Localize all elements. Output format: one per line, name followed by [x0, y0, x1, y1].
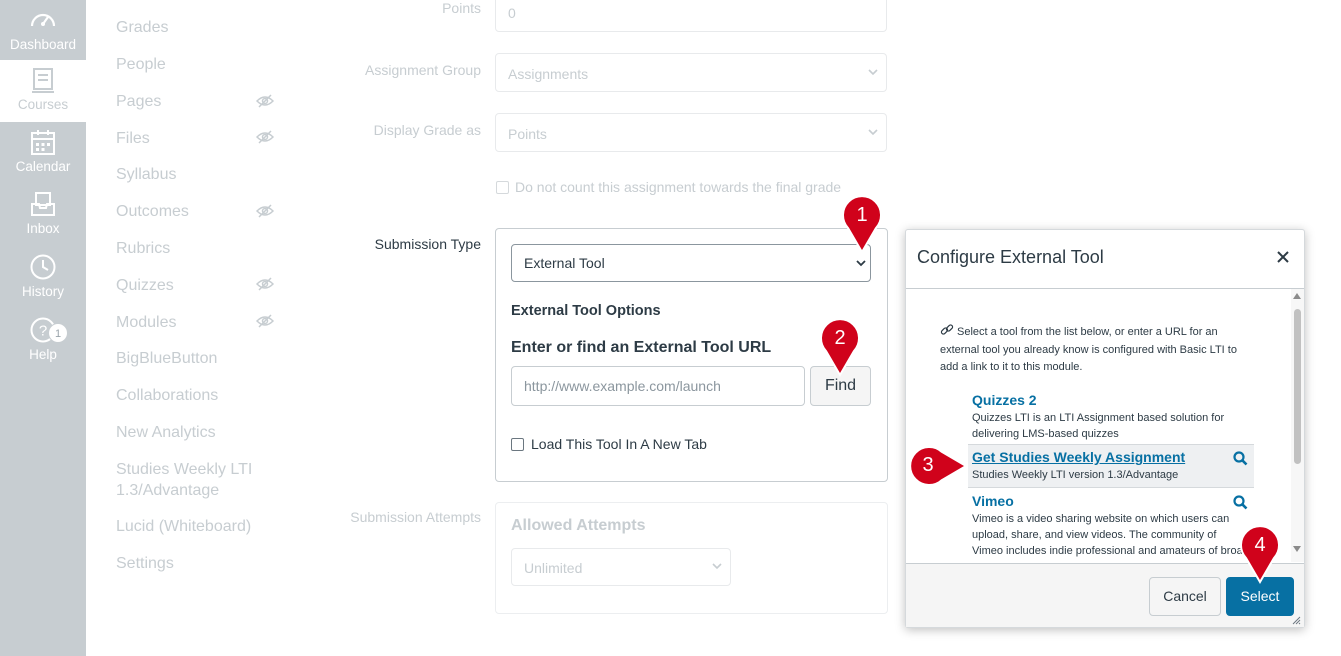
tool-item-quizzes[interactable]: Quizzes 2 Quizzes LTI is an LTI Assignme…	[968, 391, 1254, 442]
scroll-down-arrow[interactable]	[1293, 546, 1301, 552]
close-icon[interactable]	[1275, 249, 1291, 265]
course-nav-syllabus[interactable]: Syllabus	[116, 164, 276, 185]
tool-name: Get Studies Weekly Assignment	[972, 449, 1186, 465]
course-nav-collaborations[interactable]: Collaborations	[116, 385, 276, 406]
allowed-attempts-select[interactable]: Unlimited	[511, 548, 731, 586]
assignment-group-label: Assignment Group	[365, 62, 481, 78]
callout-marker-2: 2	[818, 318, 862, 377]
course-nav-settings[interactable]: Settings	[116, 553, 276, 574]
submission-type-select[interactable]: External Tool	[511, 244, 871, 282]
callout-number: 2	[834, 327, 846, 349]
no-count-checkbox[interactable]	[496, 181, 509, 194]
nav-help-label: Help	[29, 347, 57, 362]
tool-desc: Studies Weekly LTI version 1.3/Advantage	[972, 469, 1179, 481]
magnifier-icon[interactable]	[1233, 451, 1248, 466]
submission-type-label: Submission Type	[374, 236, 481, 252]
display-grade-value: Points	[508, 126, 547, 142]
nav-dashboard[interactable]: Dashboard	[0, 0, 86, 62]
url-placeholder: http://www.example.com/launch	[524, 378, 721, 394]
dashboard-icon	[30, 13, 56, 27]
resize-handle-icon[interactable]	[1291, 615, 1301, 625]
no-count-label: Do not count this assignment towards the…	[515, 179, 842, 195]
points-label: Points	[442, 0, 481, 16]
nav-dashboard-label: Dashboard	[9, 37, 77, 52]
nav-inbox-label: Inbox	[26, 221, 60, 236]
tool-name: Vimeo	[972, 493, 1014, 509]
hidden-eye-icon	[256, 130, 274, 144]
allowed-attempts-heading: Allowed Attempts	[511, 517, 646, 534]
callout-number: 4	[1254, 534, 1266, 556]
help-badge: 1	[48, 323, 68, 343]
callout-marker-4: 4	[1238, 525, 1282, 584]
nav-history-label: History	[21, 284, 64, 299]
callout-number: 1	[856, 204, 868, 226]
nav-history[interactable]: History	[0, 250, 86, 312]
course-nav-lucid[interactable]: Lucid (Whiteboard)	[116, 516, 276, 537]
course-nav-rubrics[interactable]: Rubrics	[116, 238, 276, 259]
callout-number: 3	[922, 454, 934, 476]
course-nav-quizzes[interactable]: Quizzes	[116, 275, 276, 296]
svg-text:?: ?	[39, 323, 47, 340]
course-nav-people[interactable]: People	[116, 54, 276, 75]
new-tab-label: Load This Tool In A New Tab	[531, 436, 707, 452]
course-nav-modules[interactable]: Modules	[116, 312, 276, 333]
dialog-title: Configure External Tool	[917, 247, 1104, 267]
nav-inbox[interactable]: Inbox	[0, 187, 86, 249]
new-tab-checkbox[interactable]	[511, 438, 524, 451]
course-nav-new-analytics[interactable]: New Analytics	[116, 422, 276, 443]
courses-icon	[32, 68, 54, 93]
course-nav-files[interactable]: Files	[116, 128, 276, 149]
course-nav-pages[interactable]: Pages	[116, 91, 276, 112]
hidden-eye-icon	[256, 314, 274, 328]
nav-help[interactable]: ? 1 Help	[0, 313, 86, 375]
tool-desc: Vimeo is a video sharing website on whic…	[972, 513, 1249, 557]
course-nav-studies-weekly[interactable]: Studies Weekly LTI 1.3/Advantage	[116, 459, 276, 501]
tool-item-studies-weekly[interactable]: Get Studies Weekly Assignment Studies We…	[968, 444, 1254, 488]
tool-name: Quizzes 2	[972, 392, 1037, 408]
calendar-icon	[31, 130, 55, 155]
external-tool-url-heading: Enter or find an External Tool URL	[511, 339, 772, 356]
display-grade-label: Display Grade as	[373, 122, 481, 138]
callout-marker-1: 1	[840, 195, 884, 254]
dialog-intro-text: Select a tool from the list below, or en…	[940, 326, 1237, 373]
chevron-down-icon	[868, 68, 878, 75]
dialog-body[interactable]: Select a tool from the list below, or en…	[906, 289, 1304, 562]
nav-courses[interactable]: Courses	[0, 60, 86, 122]
hidden-eye-icon	[256, 204, 274, 218]
assignment-group-value: Assignments	[508, 66, 589, 82]
assignment-group-select[interactable]: Assignments	[495, 53, 887, 92]
tool-desc: Quizzes LTI is an LTI Assignment based s…	[972, 412, 1225, 440]
scroll-thumb[interactable]	[1294, 309, 1301, 464]
inbox-icon	[31, 192, 55, 216]
cancel-button[interactable]: Cancel	[1149, 577, 1221, 616]
tool-item-vimeo[interactable]: Vimeo Vimeo is a video sharing website o…	[968, 492, 1254, 559]
nav-courses-label: Courses	[17, 97, 69, 112]
submission-type-value: External Tool	[524, 255, 605, 271]
allowed-attempts-value: Unlimited	[524, 560, 583, 576]
course-nav-grades[interactable]: Grades	[116, 17, 276, 38]
chevron-down-icon	[868, 128, 878, 135]
display-grade-select[interactable]: Points	[495, 113, 887, 152]
chevron-down-icon	[856, 260, 866, 267]
nav-calendar[interactable]: Calendar	[0, 124, 86, 186]
hidden-eye-icon	[256, 94, 274, 108]
scroll-up-arrow[interactable]	[1293, 293, 1301, 299]
external-tool-url-input[interactable]: http://www.example.com/launch	[511, 366, 805, 406]
history-icon	[30, 254, 56, 280]
external-tool-options-heading: External Tool Options	[511, 303, 661, 319]
submission-attempts-label: Submission Attempts	[350, 509, 481, 525]
course-nav-outcomes[interactable]: Outcomes	[116, 201, 276, 222]
magnifier-icon[interactable]	[1233, 495, 1248, 510]
callout-marker-3: 3	[906, 444, 968, 488]
global-nav: Dashboard Courses Calendar Inbox History…	[0, 0, 86, 656]
dialog-intro: Select a tool from the list below, or en…	[940, 323, 1255, 377]
course-nav-bigbluebutton[interactable]: BigBlueButton	[116, 348, 276, 369]
points-input[interactable]: 0	[495, 0, 887, 32]
points-value: 0	[508, 5, 516, 21]
chevron-down-icon	[712, 563, 722, 570]
hidden-eye-icon	[256, 277, 274, 291]
link-icon	[940, 324, 954, 335]
nav-calendar-label: Calendar	[15, 159, 71, 174]
